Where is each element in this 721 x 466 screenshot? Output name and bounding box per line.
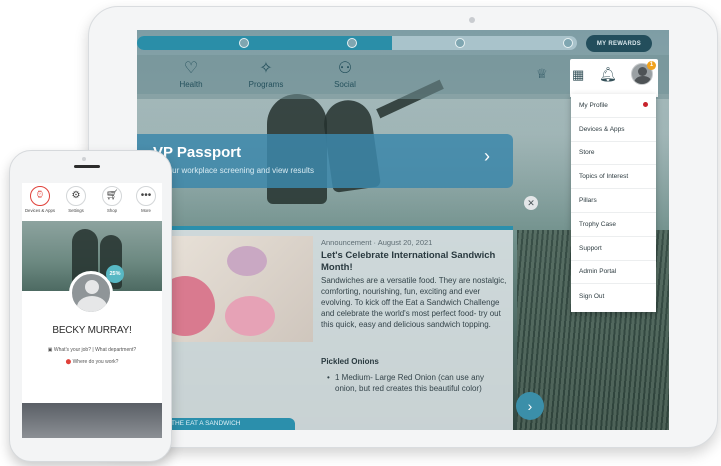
profile-menu: My Profile Devices & Apps Store Topics o… bbox=[571, 94, 656, 312]
alert-dot bbox=[643, 102, 648, 107]
nav-programs[interactable]: ✧ Programs bbox=[236, 58, 296, 89]
menu-item-devices-apps[interactable]: Devices & Apps bbox=[571, 118, 656, 142]
phone-screen: ⌚︎ Devices & Apps ⚙ Settings 🛒︎ Shop •••… bbox=[22, 183, 162, 438]
eat-sandwich-button[interactable]: THE EAT A SANDWICH bbox=[165, 418, 295, 430]
bell-icon[interactable]: 🔔︎ bbox=[599, 66, 617, 83]
settings-button[interactable]: ⚙ Settings bbox=[60, 186, 92, 213]
icon-label: Shop bbox=[106, 208, 118, 213]
menu-label: My Profile bbox=[579, 101, 608, 109]
heart-icon: ♡ bbox=[183, 60, 199, 77]
my-rewards-button[interactable]: MY REWARDS bbox=[586, 35, 652, 52]
passport-subtitle: ke your workplace screening and view res… bbox=[153, 166, 314, 175]
announcement-body: Sandwiches are a versatile food. They ar… bbox=[321, 276, 507, 329]
recipe-subheading: Pickled Onions bbox=[321, 357, 379, 366]
chevron-right-icon[interactable]: › bbox=[516, 392, 544, 420]
progress-badge: 25% bbox=[106, 265, 124, 283]
card-image bbox=[155, 236, 313, 342]
menu-item-store[interactable]: Store bbox=[571, 142, 656, 166]
nav-label: Social bbox=[334, 80, 356, 89]
more-icon: ••• bbox=[136, 186, 156, 206]
recipe-list-item: 1 Medium- Large Red Onion (can use any o… bbox=[327, 372, 507, 394]
phone-device: ⌚︎ Devices & Apps ⚙ Settings 🛒︎ Shop •••… bbox=[9, 150, 172, 462]
nav-health[interactable]: ♡ Health bbox=[161, 58, 221, 89]
progress-dot bbox=[239, 38, 249, 48]
nav-social[interactable]: ⚇ Social bbox=[315, 58, 375, 89]
trophy-icon[interactable]: ♕ bbox=[536, 66, 548, 82]
progress-dot bbox=[563, 38, 573, 48]
icon-label: More bbox=[141, 208, 151, 213]
phone-bottom-image bbox=[22, 403, 162, 438]
menu-item-pillars[interactable]: Pillars bbox=[571, 189, 656, 213]
progress-dot bbox=[455, 38, 465, 48]
phone-icon-bar: ⌚︎ Devices & Apps ⚙ Settings 🛒︎ Shop •••… bbox=[22, 183, 162, 221]
notification-badge: 1 bbox=[647, 61, 656, 70]
gear-icon: ⚙ bbox=[66, 186, 86, 206]
menu-label: Trophy Case bbox=[579, 220, 616, 228]
menu-item-sign-out[interactable]: Sign Out bbox=[571, 284, 656, 308]
tablet-camera bbox=[469, 17, 475, 23]
stage: MY REWARDS ♡ Health ✧ Programs ⚇ Social … bbox=[0, 0, 721, 466]
shop-button[interactable]: 🛒︎ Shop bbox=[96, 186, 128, 213]
close-icon[interactable]: ✕ bbox=[524, 196, 538, 210]
passport-banner[interactable]: VP Passport ke your workplace screening … bbox=[137, 134, 513, 188]
menu-item-admin-portal[interactable]: Admin Portal bbox=[571, 261, 656, 285]
menu-item-support[interactable]: Support bbox=[571, 237, 656, 261]
phone-speaker bbox=[74, 165, 100, 168]
tablet-screen: MY REWARDS ♡ Health ✧ Programs ⚇ Social … bbox=[137, 30, 669, 430]
top-icons: ▦ 🔔︎ 1 bbox=[570, 59, 658, 97]
menu-label: Topics of Interest bbox=[579, 173, 629, 181]
icon-label: Devices & Apps bbox=[24, 208, 56, 213]
nav-label: Health bbox=[179, 80, 203, 89]
card-accent-bar bbox=[165, 226, 513, 230]
announcement-card: Announcement · August 20, 2021 Let's Cel… bbox=[155, 226, 513, 430]
menu-label: Support bbox=[579, 244, 602, 252]
red-onion bbox=[227, 246, 267, 276]
menu-label: Sign Out bbox=[579, 292, 605, 300]
icon-label: Settings bbox=[68, 208, 84, 213]
social-icon: ⚇ bbox=[337, 60, 353, 77]
menu-item-trophy-case[interactable]: Trophy Case bbox=[571, 213, 656, 237]
menu-label: Devices & Apps bbox=[579, 125, 625, 133]
announcement-meta: Announcement · August 20, 2021 bbox=[321, 238, 433, 247]
onion-bowl bbox=[225, 296, 275, 336]
profile-card: 25% BECKY MURRAY! ▣ What's your job? | W… bbox=[22, 265, 162, 403]
workplace-field[interactable]: ⬤ Where do you work? bbox=[22, 359, 162, 365]
programs-icon: ✧ bbox=[259, 60, 273, 77]
where-text: Where do you work? bbox=[72, 359, 119, 365]
menu-item-topics[interactable]: Topics of Interest bbox=[571, 165, 656, 190]
progress-dot bbox=[347, 38, 357, 48]
cart-icon: 🛒︎ bbox=[102, 186, 122, 206]
menu-label: Store bbox=[579, 149, 595, 157]
more-button[interactable]: ••• More bbox=[130, 186, 162, 213]
chevron-right-icon: › bbox=[484, 146, 490, 166]
job-text: What's your job? | What department? bbox=[53, 347, 137, 353]
menu-label: Pillars bbox=[579, 197, 597, 205]
calendar-icon[interactable]: ▦ bbox=[572, 67, 584, 83]
job-field[interactable]: ▣ What's your job? | What department? bbox=[22, 347, 162, 353]
announcement-title: Let's Celebrate International Sandwich M… bbox=[321, 250, 496, 273]
devices-apps-button[interactable]: ⌚︎ Devices & Apps bbox=[24, 186, 56, 213]
nav-label: Programs bbox=[248, 80, 284, 89]
progress-bar bbox=[137, 36, 577, 50]
phone-camera bbox=[82, 157, 86, 161]
profile-name: BECKY MURRAY! bbox=[52, 325, 132, 336]
menu-label: Admin Portal bbox=[579, 268, 617, 276]
location-pin-icon: ⬤ bbox=[65, 359, 73, 365]
menu-item-my-profile[interactable]: My Profile bbox=[571, 94, 656, 118]
watch-icon: ⌚︎ bbox=[30, 186, 50, 206]
